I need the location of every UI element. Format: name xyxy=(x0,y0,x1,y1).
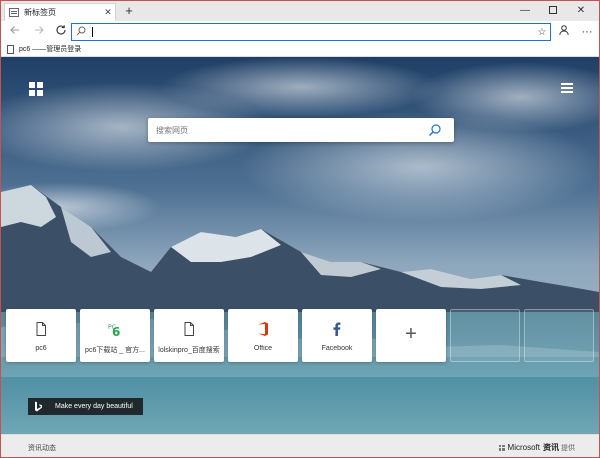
top-sites: pc6 PC 6 pc6下载站 _ 官方... lolskinpro_百度搜索 O… xyxy=(6,309,596,362)
more-dots-icon: ··· xyxy=(581,26,593,38)
back-arrow-icon xyxy=(10,26,19,34)
provided-by-label: 提供 xyxy=(561,444,575,452)
new-tab-button[interactable]: + xyxy=(121,3,137,19)
more-menu-button[interactable]: ··· xyxy=(579,24,595,40)
minimize-button[interactable]: — xyxy=(513,1,537,21)
reload-button[interactable] xyxy=(53,24,69,40)
forward-button[interactable] xyxy=(31,24,47,40)
top-site-label: lolskinpro_百度搜索 xyxy=(158,347,220,354)
profile-button[interactable] xyxy=(556,24,572,40)
tab-new-tab[interactable]: 新标签页 ✕ xyxy=(4,3,116,21)
windows-logo-icon xyxy=(29,82,43,96)
add-site-tile[interactable]: + xyxy=(376,309,446,362)
news-footer-bar: 资讯动态 Microsoft 资讯 提供 xyxy=(1,434,599,457)
pc6-icon: PC6 xyxy=(108,324,120,337)
maximize-icon xyxy=(549,6,557,15)
tab-title: 新标签页 xyxy=(24,8,56,17)
new-tab-page: pc6 PC6 pc6下载站 _ 官方... lolskinpro_百度搜索 O… xyxy=(1,57,599,434)
address-bar[interactable]: ☆ xyxy=(71,23,551,41)
bing-caption-text: Make every day beautiful xyxy=(55,403,133,410)
forward-arrow-icon xyxy=(35,26,44,34)
page-icon xyxy=(7,44,14,54)
top-site-label: pc6下载站 _ 官方... xyxy=(85,347,145,354)
back-button[interactable] xyxy=(7,24,23,40)
page-settings-menu-icon[interactable] xyxy=(561,83,573,93)
top-site-label: Facebook xyxy=(321,345,353,352)
top-site-tile[interactable]: PC 6 pc6下载站 _ 官方... xyxy=(80,309,150,362)
background-image xyxy=(1,57,599,434)
top-site-label: pc6 xyxy=(35,345,47,352)
top-site-tile[interactable]: Office xyxy=(228,309,298,362)
favorite-star-icon[interactable]: ☆ xyxy=(534,27,550,38)
address-search-icon xyxy=(72,26,90,38)
office-icon xyxy=(258,322,268,336)
web-search-box[interactable] xyxy=(148,118,454,142)
microsoft-news-brand[interactable]: Microsoft 资讯 提供 xyxy=(498,442,575,453)
top-site-label: Office xyxy=(253,345,273,352)
favorites-bar: pc6 ——管理员登录 xyxy=(1,43,599,57)
toolbar: ☆ ··· xyxy=(1,21,599,43)
top-site-tile[interactable]: pc6 xyxy=(6,309,76,362)
browser-window: 新标签页 ✕ + — ✕ ☆ ··· pc6 ——管理员登录 搜索网页 pc6 … xyxy=(0,0,600,458)
favorite-item[interactable]: pc6 ——管理员登录 xyxy=(7,44,81,54)
bing-image-caption[interactable]: Make every day beautiful xyxy=(28,398,143,415)
page-icon xyxy=(184,322,194,336)
news-feed-link[interactable]: 资讯动态 xyxy=(28,443,56,453)
microsoft-label: Microsoft xyxy=(507,443,540,452)
facebook-icon xyxy=(333,322,341,336)
svg-text:6: 6 xyxy=(112,325,120,337)
plus-icon: + xyxy=(405,323,417,345)
web-search-input[interactable] xyxy=(156,123,416,137)
tab-page-icon xyxy=(9,8,19,17)
top-site-tile[interactable]: lolskinpro_百度搜索 xyxy=(154,309,224,362)
news-brand-label: 资讯 xyxy=(543,443,559,452)
close-window-button[interactable]: ✕ xyxy=(569,1,593,21)
empty-tile-slot xyxy=(450,309,520,362)
microsoft-logo-icon xyxy=(498,444,505,451)
bing-logo-icon xyxy=(28,398,48,415)
empty-tile-slot xyxy=(524,309,594,362)
address-input[interactable] xyxy=(93,25,534,39)
reload-icon xyxy=(56,25,66,35)
title-bar: 新标签页 ✕ + — ✕ xyxy=(1,1,599,21)
search-icon[interactable] xyxy=(428,123,442,137)
top-site-tile[interactable]: Facebook xyxy=(302,309,372,362)
tab-close-icon[interactable]: ✕ xyxy=(101,7,115,18)
favorite-label: pc6 ——管理员登录 xyxy=(19,46,82,53)
maximize-button[interactable] xyxy=(541,1,565,21)
page-icon xyxy=(36,322,46,336)
profile-icon xyxy=(559,25,569,36)
